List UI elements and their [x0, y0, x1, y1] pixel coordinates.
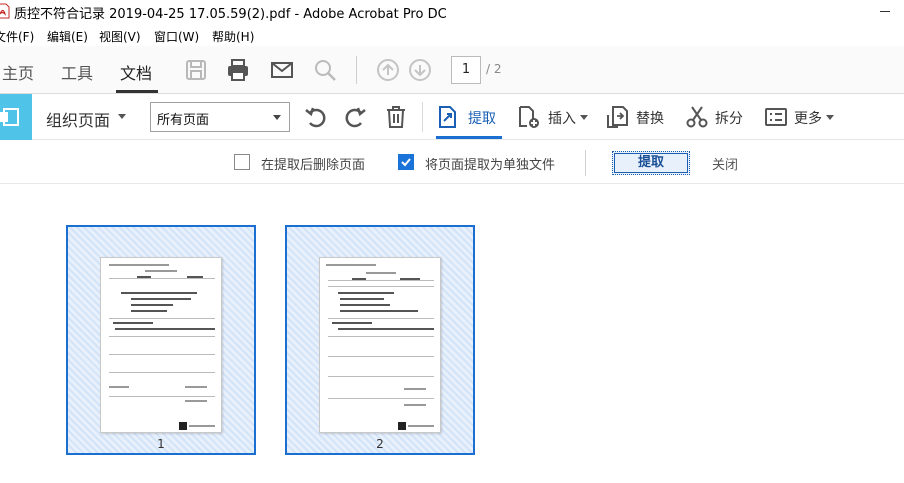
page-total: / 2	[486, 62, 502, 76]
insert-button-label[interactable]: 插入	[548, 108, 576, 128]
extract-button[interactable]: 提取	[612, 151, 690, 175]
menu-window[interactable]: 窗口(W)	[154, 28, 199, 45]
acrobat-pdf-icon	[0, 3, 10, 19]
page-range-value: 所有页面	[157, 113, 210, 128]
search-icon[interactable]	[313, 58, 337, 82]
close-button[interactable]: 关闭	[712, 154, 738, 173]
options-divider	[585, 150, 586, 176]
split-scissors-icon[interactable]	[685, 105, 709, 129]
insert-icon[interactable]	[517, 105, 541, 129]
main-toolbar: 主页 工具 文档 1 / 2	[0, 46, 904, 94]
previous-page-icon[interactable]	[376, 58, 400, 82]
rotate-counterclockwise-icon[interactable]	[304, 105, 328, 129]
toolbar-divider	[422, 102, 423, 132]
menu-view[interactable]: 视图(V)	[99, 28, 141, 45]
organize-pages-tool-icon[interactable]	[0, 94, 32, 140]
menu-help[interactable]: 帮助(H)	[212, 28, 254, 45]
page-thumbnail[interactable]: 2	[285, 225, 475, 455]
organize-toolbar: 组织页面 所有页面 提取 插入 替换 拆分 更多	[0, 94, 904, 140]
menu-file[interactable]: 文件(F)	[0, 28, 34, 45]
delete-trash-icon[interactable]	[384, 105, 408, 129]
extract-options-bar: 在提取后删除页面 将页面提取为单独文件 提取 关闭	[0, 140, 904, 184]
page-range-select[interactable]: 所有页面	[150, 102, 290, 132]
delete-after-extract-label[interactable]: 在提取后删除页面	[261, 154, 365, 173]
delete-after-extract-checkbox[interactable]	[234, 154, 250, 170]
tab-home[interactable]: 主页	[2, 60, 34, 84]
email-icon[interactable]	[270, 58, 294, 82]
page-number-input[interactable]: 1	[451, 56, 481, 84]
organize-pages-title[interactable]: 组织页面	[46, 107, 110, 131]
page-number-label: 1	[157, 437, 165, 451]
title-bar: 质控不符合记录 2019-04-25 17.05.59(2).pdf - Ado…	[0, 0, 904, 24]
active-tool-indicator	[436, 136, 502, 139]
more-button-label[interactable]: 更多	[794, 108, 822, 128]
rotate-clockwise-icon[interactable]	[343, 105, 367, 129]
organize-pages-caret-icon[interactable]	[118, 114, 126, 119]
insert-caret-icon[interactable]	[580, 115, 588, 120]
split-button-label[interactable]: 拆分	[715, 108, 743, 128]
extract-as-separate-label[interactable]: 将页面提取为单独文件	[425, 154, 555, 173]
menu-bar: 文件(F) 编辑(E) 视图(V) 窗口(W) 帮助(H)	[0, 24, 904, 46]
toolbar-divider	[356, 56, 357, 84]
extract-icon[interactable]	[436, 105, 460, 129]
checkmark-icon	[401, 158, 411, 167]
page-preview	[319, 257, 441, 433]
more-options-icon[interactable]	[764, 105, 788, 129]
next-page-icon[interactable]	[408, 58, 432, 82]
page-thumbnail[interactable]: 1	[66, 225, 256, 455]
page-preview	[100, 257, 222, 433]
window-title: 质控不符合记录 2019-04-25 17.05.59(2).pdf - Ado…	[14, 7, 447, 22]
replace-icon[interactable]	[606, 105, 630, 129]
more-caret-icon[interactable]	[826, 115, 834, 120]
menu-edit[interactable]: 编辑(E)	[47, 28, 88, 45]
save-icon[interactable]	[184, 58, 208, 82]
print-icon[interactable]	[226, 58, 250, 82]
chevron-down-icon	[273, 115, 281, 120]
focus-ring	[614, 153, 688, 173]
minimize-button[interactable]	[880, 11, 890, 12]
active-tab-indicator	[116, 90, 158, 93]
extract-as-separate-checkbox[interactable]	[398, 154, 414, 170]
tab-document[interactable]: 文档	[120, 60, 152, 84]
tab-tools[interactable]: 工具	[61, 60, 93, 84]
replace-button-label[interactable]: 替换	[636, 108, 664, 128]
extract-button-label[interactable]: 提取	[468, 108, 496, 128]
page-number-label: 2	[376, 437, 384, 451]
